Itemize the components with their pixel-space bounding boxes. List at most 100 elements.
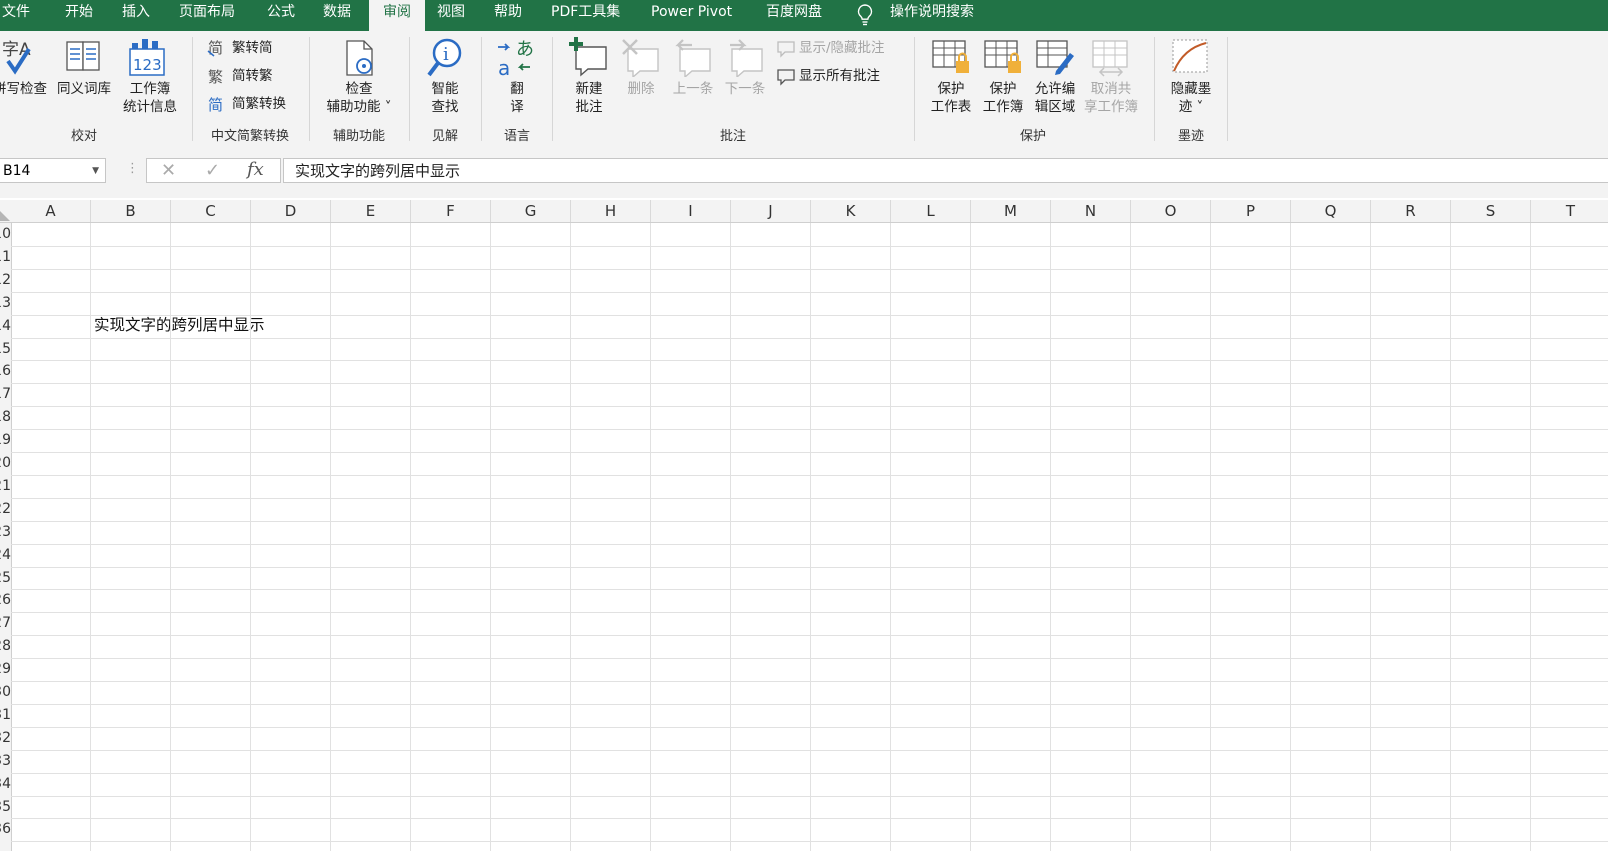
row-header[interactable]: 34 <box>0 776 11 792</box>
tab-page-layout[interactable]: 页面布局 <box>179 0 235 31</box>
simplified-to-traditional-button[interactable]: 简转繁 <box>232 67 273 85</box>
tell-me-search[interactable]: 操作说明搜索 <box>890 0 974 31</box>
row-header[interactable]: 29 <box>0 661 11 677</box>
column-header[interactable]: T <box>1531 200 1608 222</box>
row-header[interactable]: 10 <box>0 226 11 242</box>
tab-help[interactable]: 帮助 <box>494 0 522 31</box>
row-header[interactable]: 25 <box>0 570 11 586</box>
tab-baidu-netdisk[interactable]: 百度网盘 <box>766 0 822 31</box>
svg-text:あ: あ <box>516 39 534 60</box>
row-header[interactable]: 28 <box>0 638 11 654</box>
row-header[interactable]: 33 <box>0 753 11 769</box>
protect-workbook-button[interactable]: 保护 工作簿 <box>983 80 1024 116</box>
unshare-workbook-button[interactable]: 取消共 享工作簿 <box>1084 80 1138 116</box>
tab-view[interactable]: 视图 <box>437 0 465 31</box>
row-header[interactable]: 15 <box>0 341 11 357</box>
tab-home[interactable]: 开始 <box>65 0 93 31</box>
ribbon: 字A 拼写检查 同义词库 123 工作簿 统计信息 校对 简 繁转简 繁 简转繁… <box>0 31 1608 147</box>
cancel-icon[interactable]: ✕ <box>161 160 176 181</box>
check-accessibility-button[interactable]: 检查 辅助功能 ˅ <box>326 80 391 116</box>
column-header[interactable]: P <box>1211 200 1291 222</box>
row-header[interactable]: 31 <box>0 707 11 723</box>
check-accessibility-icon <box>346 40 373 76</box>
tab-pdf-tools[interactable]: PDF工具集 <box>551 0 620 31</box>
row-header[interactable]: 20 <box>0 455 11 471</box>
column-header[interactable]: G <box>491 200 571 222</box>
check-accessibility-label-1: 检查 <box>345 81 373 97</box>
delete-comment-button[interactable]: 删除 <box>628 80 655 98</box>
row-header[interactable]: 22 <box>0 501 11 517</box>
name-box[interactable]: B14 ▼ <box>0 158 106 183</box>
row-header[interactable]: 24 <box>0 547 11 563</box>
column-header[interactable]: K <box>811 200 891 222</box>
column-header[interactable]: F <box>411 200 491 222</box>
next-comment-button[interactable]: 下一条 <box>725 80 766 98</box>
row-header[interactable]: 13 <box>0 295 11 311</box>
column-header[interactable]: H <box>571 200 651 222</box>
row-header[interactable]: 11 <box>0 249 11 265</box>
previous-comment-button[interactable]: 上一条 <box>673 80 714 98</box>
group-label-ink: 墨迹 <box>1177 129 1205 144</box>
spelling-check-icon: 字A <box>2 40 31 75</box>
hide-ink-icon <box>1172 39 1208 73</box>
tab-data[interactable]: 数据 <box>323 0 351 31</box>
tab-power-pivot[interactable]: Power Pivot <box>651 0 732 31</box>
select-all-icon[interactable] <box>0 209 10 221</box>
protect-sheet-button[interactable]: 保护 工作表 <box>931 80 972 116</box>
drag-handle-icon[interactable]: ⋮ <box>126 161 139 176</box>
show-hide-comment-button[interactable]: 显示/隐藏批注 <box>799 39 885 57</box>
row-header[interactable]: 32 <box>0 730 11 746</box>
column-header[interactable]: N <box>1051 200 1131 222</box>
lightbulb-icon <box>857 4 873 26</box>
tab-file[interactable]: 文件 <box>2 0 30 31</box>
column-header[interactable]: E <box>331 200 411 222</box>
row-header[interactable]: 14 <box>0 318 11 334</box>
row-header[interactable]: 17 <box>0 386 11 402</box>
show-all-comments-button[interactable]: 显示所有批注 <box>799 67 880 85</box>
column-header[interactable]: A <box>11 200 91 222</box>
tab-insert[interactable]: 插入 <box>122 0 150 31</box>
row-header[interactable]: 18 <box>0 409 11 425</box>
row-header[interactable]: 23 <box>0 524 11 540</box>
allow-edit-ranges-button[interactable]: 允许编 辑区域 <box>1035 80 1076 116</box>
row-header[interactable]: 36 <box>0 821 11 837</box>
column-header[interactable]: M <box>971 200 1051 222</box>
workbook-statistics-button[interactable]: 工作簿 统计信息 <box>123 80 177 116</box>
column-header[interactable]: I <box>651 200 731 222</box>
column-header[interactable]: S <box>1451 200 1531 222</box>
column-header[interactable]: C <box>171 200 251 222</box>
tab-formulas[interactable]: 公式 <box>267 0 295 31</box>
row-header[interactable]: 12 <box>0 272 11 288</box>
translate-label-1: 翻 <box>510 81 524 97</box>
row-header[interactable]: 16 <box>0 363 11 379</box>
column-header[interactable]: Q <box>1291 200 1371 222</box>
row-header[interactable]: 35 <box>0 799 11 815</box>
row-header[interactable]: 19 <box>0 432 11 448</box>
cell-grid[interactable]: 实现文字的跨列居中显示 <box>11 223 1608 851</box>
delete-comment-icon <box>622 39 659 77</box>
column-header[interactable]: B <box>91 200 171 222</box>
row-header[interactable]: 26 <box>0 592 11 608</box>
new-comment-button[interactable]: 新建 批注 <box>576 80 603 116</box>
enter-icon[interactable]: ✓ <box>205 160 220 181</box>
hide-ink-button[interactable]: 隐藏墨 迹 ˅ <box>1171 80 1212 116</box>
chinese-conversion-button[interactable]: 简繁转换 <box>232 95 286 113</box>
column-header[interactable]: R <box>1371 200 1451 222</box>
column-header[interactable]: J <box>731 200 811 222</box>
column-header[interactable]: L <box>891 200 971 222</box>
row-header[interactable]: 27 <box>0 615 11 631</box>
row-header[interactable]: 21 <box>0 478 11 494</box>
chevron-down-icon[interactable]: ▼ <box>92 159 99 184</box>
column-header[interactable]: D <box>251 200 331 222</box>
formula-input[interactable]: 实现文字的跨列居中显示 <box>283 158 1608 183</box>
spelling-check-button[interactable]: 拼写检查 <box>0 80 47 98</box>
tab-review[interactable]: 审阅 <box>369 0 425 31</box>
thesaurus-button[interactable]: 同义词库 <box>57 80 111 98</box>
row-header[interactable]: 30 <box>0 684 11 700</box>
insert-function-icon[interactable]: fx <box>247 159 264 180</box>
cell-b14[interactable]: 实现文字的跨列居中显示 <box>94 313 265 335</box>
smart-lookup-button[interactable]: 智能 查找 <box>432 80 459 116</box>
column-header[interactable]: O <box>1131 200 1211 222</box>
translate-button[interactable]: 翻 译 <box>510 80 524 116</box>
traditional-to-simplified-button[interactable]: 繁转简 <box>232 39 273 57</box>
